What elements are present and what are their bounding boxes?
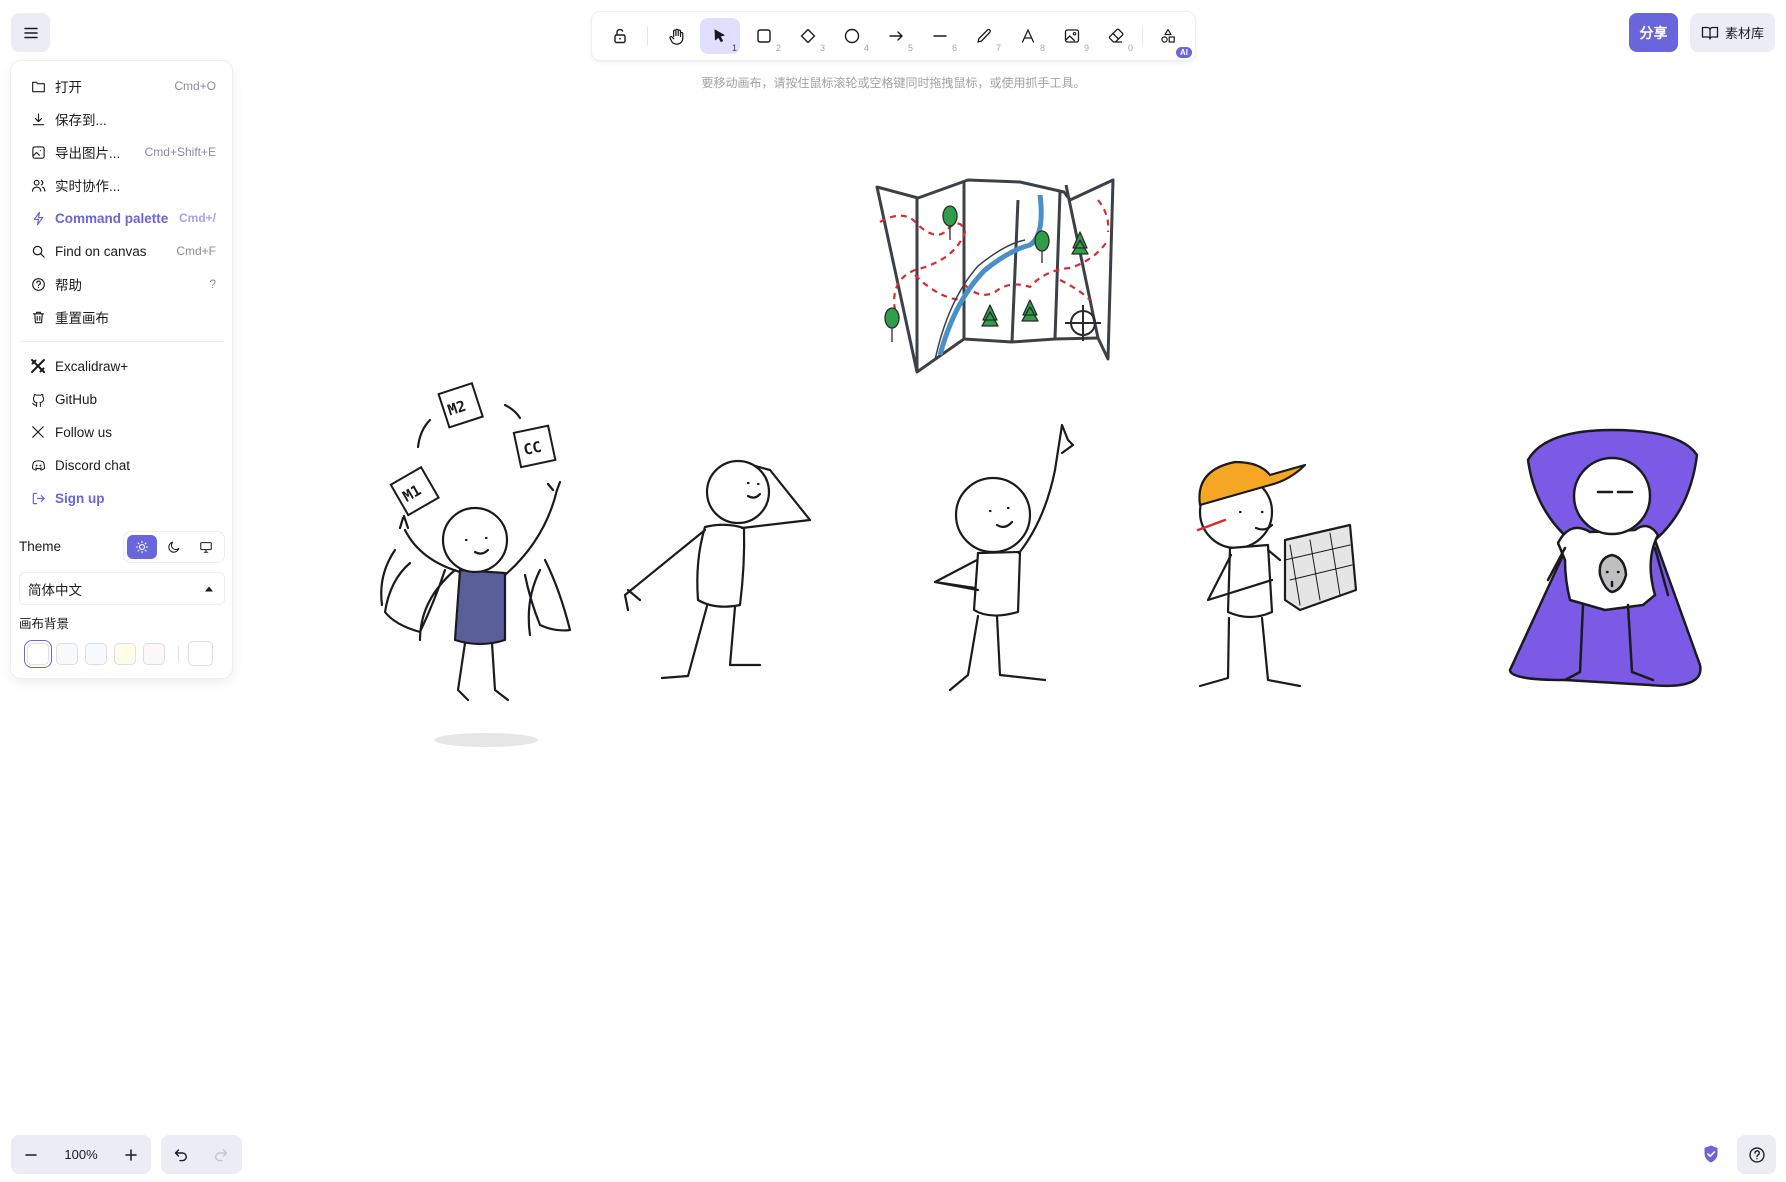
saluting-figure-drawing bbox=[623, 459, 812, 680]
shield-check-icon bbox=[1704, 1145, 1718, 1163]
canvas-drawing: M2 CC M1 bbox=[380, 178, 1702, 747]
help-button[interactable] bbox=[1737, 1135, 1776, 1174]
card-cc: CC bbox=[522, 438, 543, 459]
help-icon bbox=[1748, 1146, 1765, 1163]
undo-icon bbox=[174, 1148, 187, 1161]
redo-icon bbox=[215, 1148, 228, 1161]
zoom-reset-button[interactable]: 100% bbox=[51, 1147, 111, 1162]
zoom-in-button[interactable] bbox=[111, 1135, 151, 1174]
zoom-controls: 100% bbox=[11, 1135, 151, 1174]
history-controls bbox=[161, 1135, 242, 1174]
plus-icon bbox=[125, 1148, 137, 1161]
juggled-cards: M2 CC M1 bbox=[389, 382, 557, 517]
encryption-badge[interactable] bbox=[1700, 1142, 1722, 1166]
undo-button[interactable] bbox=[161, 1135, 201, 1174]
zoom-out-button[interactable] bbox=[11, 1135, 51, 1174]
minus-icon bbox=[25, 1153, 37, 1156]
redo-button[interactable] bbox=[201, 1135, 241, 1174]
folded-map-drawing bbox=[875, 178, 1115, 374]
vampire-figure-drawing bbox=[1508, 428, 1702, 687]
hiker-figure-drawing bbox=[1196, 460, 1358, 688]
pointing-figure-drawing bbox=[933, 423, 1075, 692]
